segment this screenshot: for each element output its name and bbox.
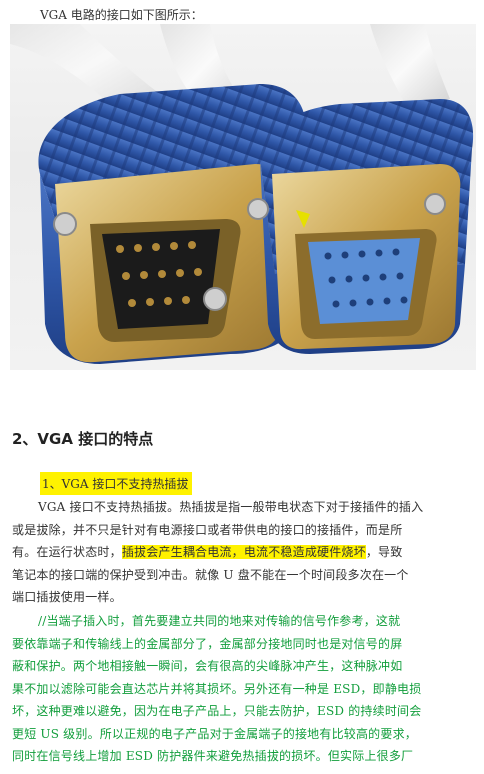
sub-heading-highlighted: 1、VGA 接口不支持热插拔 xyxy=(40,472,193,495)
para2-line-5: 坏，这种更难以避免，因为在电子产品上，只能去防护，ESD 的持续时间会 xyxy=(12,704,422,718)
vga-connector-photo xyxy=(10,24,476,370)
para1-line-2: 或是拔除，并不只是针对有电源接口或者带供电的接口的接插件，而是所 xyxy=(12,522,403,537)
para1-line-1: VGA 接口不支持热插拔。热插拔是指一般带电状态下对于接插件的插入 xyxy=(38,500,424,514)
para2-line-7: 同时在信号线上增加 ESD 防护器件来避免热插拔的损坏。但实际上很多厂 xyxy=(12,749,414,763)
highlighted-warning: 插拔会产生耦合电流，电流不稳造成硬件烧坏 xyxy=(121,545,366,559)
para2-line-3: 蔽和保护。两个地相接触一瞬间，会有很高的尖峰脉冲产生，这种脉冲如 xyxy=(12,659,403,673)
para1-line-5: 端口插拔使用一样。 xyxy=(12,590,122,604)
para1-line-3c: ，导致 xyxy=(365,545,403,559)
para2-line-6: 更短 US 级别。所以正规的电子产品对于金属端子的接地有比较高的要求， xyxy=(12,726,417,741)
para1-line-3a: 有。在运行状态时， xyxy=(12,545,122,559)
paragraph-grounding-esd: //当端子插入时，首先要建立共同的地来对传输的信号作参考，这就 要依靠端子和传输… xyxy=(12,610,474,768)
section-heading: 2、VGA 接口的特点 xyxy=(12,430,154,448)
para2-line-1: //当端子插入时，首先要建立共同的地来对传输的信号作参考，这就 xyxy=(38,614,401,628)
para2-line-2: 要依靠端子和传输线上的金属部分了，金属部分接地同时也是对信号的屏 xyxy=(12,636,403,651)
intro-text: VGA 电路的接口如下图所示： xyxy=(40,8,203,22)
para1-line-4: 笔记本的接口端的保护受到冲击。就像 U 盘不能在一个时间段多次在一个 xyxy=(12,567,409,582)
paragraph-hot-plug: VGA 接口不支持热插拔。热插拔是指一般带电状态下对于接插件的插入 或是拔除，并… xyxy=(12,496,474,609)
para1-line-3: 有。在运行状态时，插拔会产生耦合电流，电流不稳造成硬件烧坏，导致 xyxy=(12,541,474,564)
para2-line-4: 果不加以滤除可能会直达芯片并将其损坏。另外还有一种是 ESD，即静电损 xyxy=(12,681,422,696)
